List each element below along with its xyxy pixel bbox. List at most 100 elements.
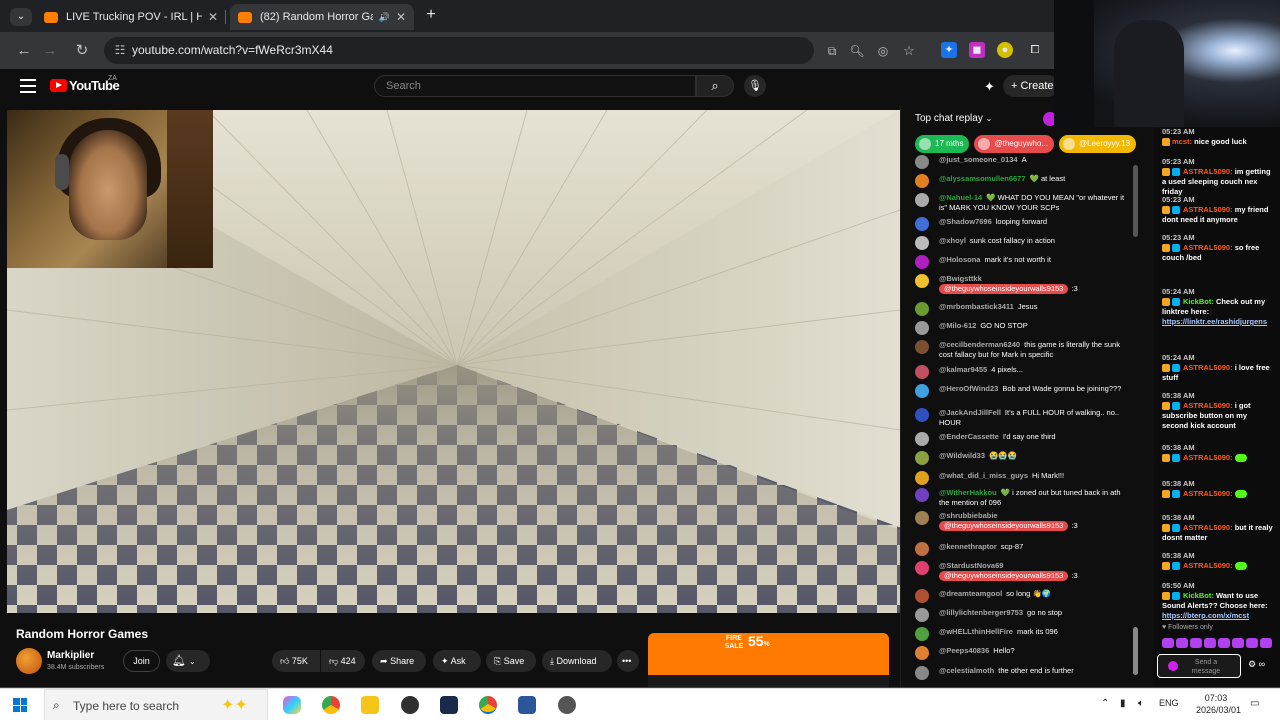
chat-author-name[interactable]: @Holosona	[939, 255, 980, 264]
obs-icon[interactable]	[401, 696, 419, 714]
network-icon[interactable]: ▮	[1120, 698, 1126, 709]
bookmark-star-icon[interactable]: ☆	[900, 42, 918, 60]
emoji-picker-icon[interactable]	[1168, 661, 1178, 671]
join-button[interactable]: Join	[123, 650, 160, 672]
chat-mention-chip[interactable]: @theguywhoseinsideyourwalls9153	[939, 521, 1069, 531]
channel-avatar[interactable]	[16, 648, 42, 674]
kick-username[interactable]: ASTRAL5090:	[1183, 363, 1233, 372]
chat-author-name[interactable]: @kalmar9455	[939, 365, 987, 374]
tab-audio-icon[interactable]: 🔊	[379, 12, 390, 23]
channel-name[interactable]: Markiplier	[47, 650, 94, 661]
chat-author-name[interactable]: @StardustNova69	[939, 561, 1003, 570]
zoom-icon[interactable]: 🔍︎	[848, 42, 866, 60]
steam-icon[interactable]	[440, 696, 458, 714]
chat-author-name[interactable]: @dreamteamgool	[939, 589, 1002, 598]
search-button[interactable]: ⌕	[696, 75, 734, 97]
kick-message-link[interactable]: https://linktr.ee/rashidjurgens	[1162, 317, 1267, 326]
chat-author-name[interactable]: @Wildwild33	[939, 451, 985, 460]
chat-author-name[interactable]: @lillylichtenberger9753	[939, 608, 1023, 617]
kick-username[interactable]: ASTRAL5090:	[1183, 401, 1233, 410]
menu-icon[interactable]	[20, 79, 36, 93]
chat-author-name[interactable]: @Milo-612	[939, 321, 976, 330]
search-input[interactable]: Search	[374, 75, 696, 97]
chat-author-avatar[interactable]	[915, 274, 929, 288]
forward-arrow-icon[interactable]: →	[41, 42, 59, 60]
reload-icon[interactable]: ↻	[73, 42, 91, 60]
volume-icon[interactable]: 🔈︎	[1138, 698, 1144, 709]
extension-translate-icon[interactable]: ✦	[941, 42, 957, 58]
chat-author-name[interactable]: @JackAndJillFell	[939, 408, 1001, 417]
extension-camera-icon[interactable]: ◼	[969, 42, 985, 58]
cast-icon[interactable]: ⧉	[823, 42, 841, 60]
chat-author-avatar[interactable]	[915, 646, 929, 660]
word-icon[interactable]	[518, 696, 536, 714]
super-chat-ticker[interactable]: 17 mths	[915, 135, 970, 153]
chat-author-avatar[interactable]	[915, 511, 929, 525]
kick-username[interactable]: mcst:	[1172, 137, 1192, 146]
share-button[interactable]: ➦ Share	[372, 650, 426, 672]
chat-author-avatar[interactable]	[915, 561, 929, 575]
kick-emote-row[interactable]	[1162, 635, 1274, 653]
chat-author-name[interactable]: @mrbombastick3411	[939, 302, 1014, 311]
notifications-icon[interactable]: ✦	[984, 79, 995, 95]
chat-author-avatar[interactable]	[915, 255, 929, 269]
youtube-logo-icon[interactable]	[50, 79, 67, 92]
super-chat-ticker[interactable]: @Leeroyyy.13	[1058, 135, 1137, 153]
chat-author-avatar[interactable]	[915, 542, 929, 556]
chat-author-avatar[interactable]	[915, 384, 929, 398]
super-chat-ticker[interactable]: @theguywho...	[974, 135, 1054, 153]
chat-author-name[interactable]: @HeroOfWind23	[939, 384, 998, 393]
kick-username[interactable]: ASTRAL5090:	[1183, 453, 1233, 462]
chat-scrollbar-thumb[interactable]	[1133, 165, 1138, 237]
chrome-active-icon[interactable]	[479, 696, 497, 714]
chat-author-avatar[interactable]	[915, 589, 929, 603]
extension-circle-icon[interactable]: ●	[997, 42, 1013, 58]
chrome-icon[interactable]	[322, 696, 340, 714]
kick-username[interactable]: ASTRAL5090:	[1183, 243, 1233, 252]
kick-message-link[interactable]: https://bterp.com/x/mcst	[1162, 611, 1249, 620]
kick-chat-settings-icon[interactable]: ⚙ ∞	[1248, 659, 1265, 670]
chat-author-avatar[interactable]	[915, 408, 929, 422]
chat-author-name[interactable]: @alyssamsomullen6677	[939, 174, 1026, 183]
new-tab-button[interactable]: +	[422, 6, 440, 24]
chat-author-name[interactable]: @what_did_i_miss_guys	[939, 471, 1028, 480]
chat-author-avatar[interactable]	[915, 302, 929, 316]
back-arrow-icon[interactable]: ←	[15, 42, 33, 60]
app-icon[interactable]	[558, 696, 576, 714]
language-indicator[interactable]: ENG	[1159, 698, 1179, 708]
chat-author-avatar[interactable]	[915, 217, 929, 231]
chat-author-name[interactable]: @kennethraptor	[939, 542, 997, 551]
chat-author-avatar[interactable]	[915, 666, 929, 680]
subscribed-notifications-button[interactable]: 🔔︎ ⌄	[166, 650, 210, 672]
kick-username[interactable]: KickBot:	[1183, 297, 1214, 306]
create-button[interactable]: + Create	[1003, 75, 1059, 97]
chat-author-name[interactable]: @xhoyl	[939, 236, 966, 245]
chat-author-name[interactable]: @EnderCassette	[939, 432, 999, 441]
chat-author-avatar[interactable]	[915, 488, 929, 502]
chat-scrollbar[interactable]	[1132, 157, 1140, 677]
chat-author-name[interactable]: @Bwigsttkk	[939, 274, 982, 283]
dislike-button[interactable]: 👎︎ 424	[321, 650, 365, 672]
kick-username[interactable]: ASTRAL5090:	[1183, 489, 1233, 498]
chat-author-name[interactable]: @Nahuel-14	[939, 193, 982, 202]
kick-username[interactable]: ASTRAL5090:	[1183, 205, 1233, 214]
save-button[interactable]: ⎘ Save	[486, 650, 536, 672]
tray-chevron-up-icon[interactable]: ⌃	[1101, 698, 1109, 709]
ad-banner[interactable]: FIRE SALE 55%	[648, 633, 889, 675]
chat-author-name[interactable]: @cecilbenderman6240	[939, 340, 1020, 349]
ask-button[interactable]: ✦ Ask	[433, 650, 481, 672]
chat-mode-dropdown[interactable]: Top chat replay ⌄	[915, 113, 992, 124]
chat-mention-chip[interactable]: @theguywhoseinsideyourwalls9153	[939, 571, 1069, 581]
chat-author-name[interactable]: @just_someone_0134	[939, 155, 1018, 164]
extensions-puzzle-icon[interactable]: ⧠	[1027, 42, 1043, 58]
chat-author-avatar[interactable]	[915, 471, 929, 485]
more-actions-button[interactable]: •••	[617, 650, 639, 672]
chat-author-avatar[interactable]	[915, 365, 929, 379]
copilot-icon[interactable]	[283, 696, 301, 714]
chat-author-avatar[interactable]	[915, 432, 929, 446]
kick-chat-input[interactable]: Send a message	[1157, 654, 1241, 678]
chat-scrollbar-thumb-lower[interactable]	[1133, 627, 1138, 675]
taskbar-clock[interactable]: 07:03 2026/03/01	[1196, 692, 1241, 716]
tab-trucking[interactable]: LIVE Trucking POV - IRL | Hu ✕	[36, 4, 226, 30]
kick-username[interactable]: ASTRAL5090:	[1183, 167, 1233, 176]
